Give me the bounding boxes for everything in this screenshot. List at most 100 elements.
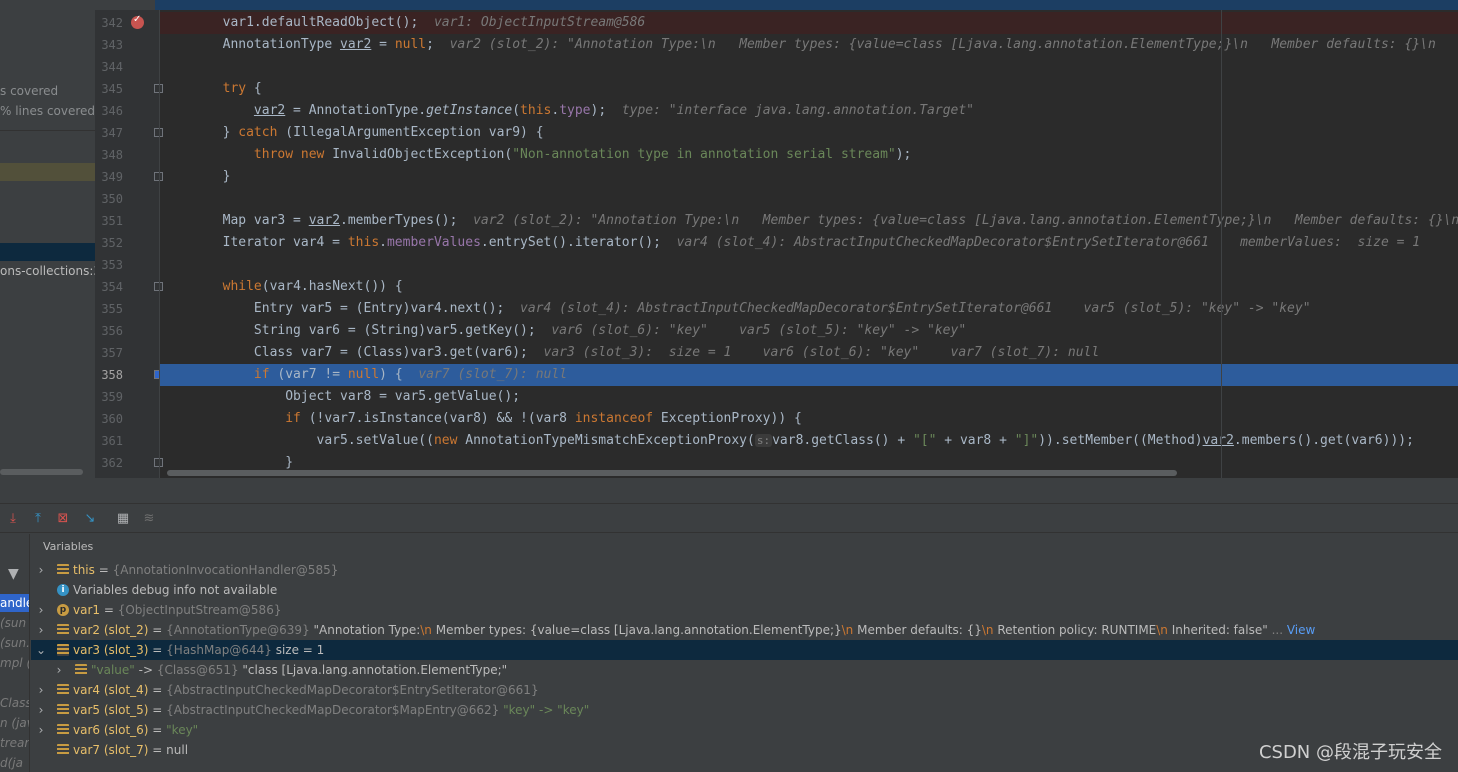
expand-chevron-icon[interactable]: ›: [36, 560, 46, 580]
filter-icon[interactable]: ▼: [8, 566, 19, 582]
variable-row[interactable]: › "value" -> {Class@651} "class [Ljava.la…: [31, 660, 1458, 680]
line-number[interactable]: 361: [95, 430, 123, 452]
field-icon: [57, 644, 69, 656]
variable-row[interactable]: › var5 (slot_5) = {AbstractInputCheckedMa…: [31, 700, 1458, 720]
code-line[interactable]: var5.setValue((new AnnotationTypeMismatc…: [160, 430, 1458, 452]
code-line[interactable]: } catch (IllegalArgumentException var9) …: [160, 122, 1458, 144]
trace-icon[interactable]: ≋: [140, 510, 158, 528]
field-icon: [57, 684, 69, 696]
variable-row[interactable]: i Variables debug info not available: [31, 580, 1458, 600]
code-token: var8.getClass() +: [772, 433, 913, 448]
view-link[interactable]: View: [1287, 623, 1315, 637]
variable-value: "class [Ljava.lang.annotation.ElementTyp…: [238, 663, 508, 677]
stack-frame[interactable]: Class: [0, 696, 29, 710]
line-number[interactable]: 351: [95, 210, 123, 232]
run-to-cursor-icon[interactable]: ↘: [81, 510, 99, 528]
variable-row[interactable]: › p var1 = {ObjectInputStream@586}: [31, 600, 1458, 620]
line-number[interactable]: 343: [95, 34, 123, 56]
project-scrollbar[interactable]: [0, 469, 83, 475]
code-line[interactable]: [160, 188, 1458, 210]
line-number[interactable]: 359: [95, 386, 123, 408]
field-icon: [57, 704, 69, 716]
code-line[interactable]: Map var3 = var2.memberTypes(); var2 (slo…: [160, 210, 1458, 232]
variable-row[interactable]: › var4 (slot_4) = {AbstractInputCheckedMa…: [31, 680, 1458, 700]
code-line[interactable]: Class var7 = (Class)var3.get(var6); var3…: [160, 342, 1458, 364]
code-line[interactable]: Object var8 = var5.getValue();: [160, 386, 1458, 408]
stack-frame[interactable]: (sun.: [0, 636, 29, 650]
stack-frame[interactable]: (sun: [0, 616, 29, 630]
editor-horizontal-scrollbar[interactable]: [167, 470, 1177, 476]
stack-frame[interactable]: d(ja: [0, 756, 29, 770]
code-line[interactable]: var1.defaultReadObject(); var1: ObjectIn…: [160, 12, 1458, 34]
variables-title: Variables: [43, 540, 94, 553]
code-line[interactable]: Iterator var4 = this.memberValues.entryS…: [160, 232, 1458, 254]
breakpoint-icon[interactable]: [131, 14, 144, 29]
code-line[interactable]: try {: [160, 78, 1458, 100]
line-number[interactable]: 360: [95, 408, 123, 430]
line-number[interactable]: 354: [95, 276, 123, 298]
field-icon: [57, 564, 69, 576]
expand-chevron-icon[interactable]: ›: [36, 620, 46, 640]
line-number[interactable]: 357: [95, 342, 123, 364]
line-number[interactable]: 342: [95, 12, 123, 34]
code-line[interactable]: throw new InvalidObjectException("Non-an…: [160, 144, 1458, 166]
drop-frame-icon[interactable]: ⊠: [54, 510, 72, 528]
code-editor[interactable]: 3423433443453463473483493503513523533543…: [95, 0, 1458, 478]
code-line[interactable]: String var6 = (String)var5.getKey(); var…: [160, 320, 1458, 342]
code-token: String var6 = (String)var5.getKey();: [160, 323, 552, 338]
library-label[interactable]: ons-collections:3.: [0, 264, 95, 278]
code-token: }: [160, 125, 239, 140]
line-number[interactable]: 347: [95, 122, 123, 144]
line-number[interactable]: 348: [95, 144, 123, 166]
line-number[interactable]: 352: [95, 232, 123, 254]
collapse-chevron-icon[interactable]: ⌄: [36, 640, 46, 660]
code-token: ;: [426, 37, 450, 52]
line-number[interactable]: 362: [95, 452, 123, 474]
line-number[interactable]: 344: [95, 56, 123, 78]
variable-value: Inherited: false": [1167, 623, 1268, 637]
step-out-icon[interactable]: ⤒: [29, 510, 47, 528]
code-line[interactable]: }: [160, 166, 1458, 188]
variable-row[interactable]: ⌄ var3 (slot_3) = {HashMap@644} size = 1: [31, 640, 1458, 660]
code-line[interactable]: while(var4.hasNext()) {: [160, 276, 1458, 298]
code-line[interactable]: [160, 254, 1458, 276]
code-line[interactable]: Entry var5 = (Entry)var4.next(); var4 (s…: [160, 298, 1458, 320]
line-number[interactable]: 345: [95, 78, 123, 100]
execution-line[interactable]: if (var7 != null) { var7 (slot_7): null: [160, 364, 1458, 386]
editor-gutter[interactable]: 3423433443453463473483493503513523533543…: [95, 10, 163, 478]
tree-row-highlight[interactable]: [0, 163, 95, 181]
code-line[interactable]: if (!var7.isInstance(var8) && !(var8 ins…: [160, 408, 1458, 430]
line-number[interactable]: 358: [95, 364, 123, 386]
tree-row-selected[interactable]: [0, 243, 95, 261]
stack-frame[interactable]: mpl (: [0, 656, 29, 670]
evaluate-table-icon[interactable]: ▦: [114, 510, 132, 528]
variable-value: ->: [134, 663, 157, 677]
expand-chevron-icon[interactable]: ›: [36, 680, 46, 700]
expand-chevron-icon[interactable]: ›: [36, 600, 46, 620]
frame-selected[interactable]: andle: [0, 594, 29, 612]
variables-panel: Variables › this = {AnnotationInvocationH…: [31, 534, 1458, 772]
expand-chevron-icon[interactable]: ›: [54, 660, 64, 680]
variable-row[interactable]: › var6 (slot_6) = "key": [31, 720, 1458, 740]
code-line[interactable]: AnnotationType var2 = null; var2 (slot_2…: [160, 34, 1458, 56]
code-line[interactable]: [160, 56, 1458, 78]
code-line[interactable]: var2 = AnnotationType.getInstance(this.t…: [160, 100, 1458, 122]
line-number[interactable]: 355: [95, 298, 123, 320]
line-number[interactable]: 346: [95, 100, 123, 122]
variable-name: this: [73, 563, 95, 577]
expand-chevron-icon[interactable]: ›: [36, 720, 46, 740]
inline-debug-value: var3 (slot_3): size = 1 var6 (slot_6): "…: [543, 345, 1100, 360]
variable-row[interactable]: var7 (slot_7) = null: [31, 740, 1458, 760]
variable-row[interactable]: › this = {AnnotationInvocationHandler@585…: [31, 560, 1458, 580]
step-into-icon[interactable]: ⤓: [4, 510, 22, 528]
stack-frame[interactable]: n (jav: [0, 716, 29, 730]
line-number[interactable]: 349: [95, 166, 123, 188]
code-token: (var4.hasNext()) {: [261, 279, 403, 294]
line-number[interactable]: 353: [95, 254, 123, 276]
expand-chevron-icon[interactable]: ›: [36, 700, 46, 720]
variable-row[interactable]: › var2 (slot_2) = {AnnotationType@639} "A…: [31, 620, 1458, 640]
stack-frame[interactable]: tream: [0, 736, 29, 750]
line-number[interactable]: 350: [95, 188, 123, 210]
line-number[interactable]: 356: [95, 320, 123, 342]
